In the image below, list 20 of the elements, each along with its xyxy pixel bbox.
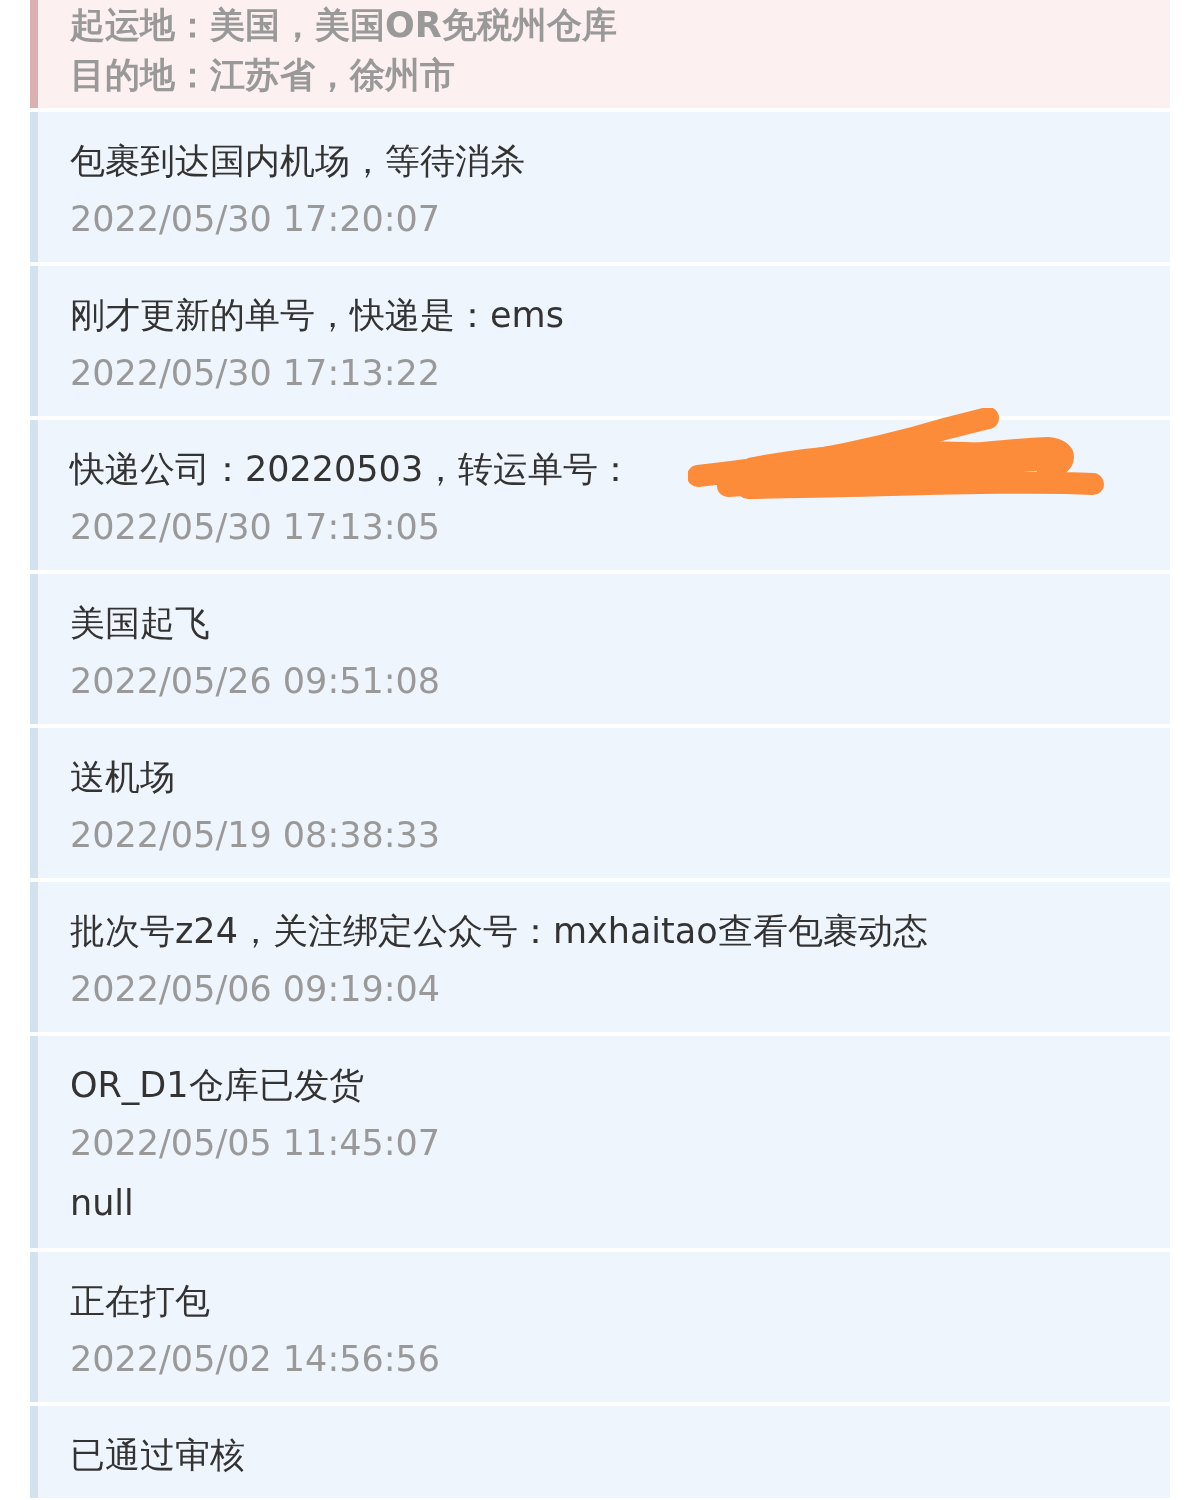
event-text: 已通过审核 [70, 1434, 245, 1477]
event-text: 正在打包 [70, 1280, 210, 1323]
event-time: 2022/05/19 08:38:33 [70, 814, 441, 857]
event-note: null [70, 1182, 134, 1225]
event-time: 2022/05/30 17:20:07 [70, 198, 441, 241]
event-text: 包裹到达国内机场，等待消杀 [70, 140, 525, 183]
event-text: 快递公司：20220503，转运单号： [70, 448, 634, 491]
route-text: 目的地：江苏省，徐州市 [70, 54, 456, 97]
route-text: 起运地：美国，美国OR免税州仓库 [70, 4, 618, 47]
event-text: 刚才更新的单号，快递是：ems [70, 294, 564, 337]
event-time: 2022/05/30 17:13:05 [70, 506, 441, 549]
event-time: 2022/05/26 09:51:08 [70, 660, 441, 703]
event-time: 2022/05/05 11:45:07 [70, 1122, 441, 1165]
event-time: 2022/05/30 17:13:22 [70, 352, 441, 395]
event-text: 批次号z24，关注绑定公众号：mxhaitao查看包裹动态 [70, 910, 928, 953]
event-text: 送机场 [70, 756, 175, 799]
event-text: OR_D1仓库已发货 [70, 1064, 364, 1107]
event-time: 2022/05/02 14:56:56 [70, 1338, 441, 1381]
event-time: 2022/05/06 09:19:04 [70, 968, 441, 1011]
event-text: 美国起飞 [70, 602, 210, 645]
